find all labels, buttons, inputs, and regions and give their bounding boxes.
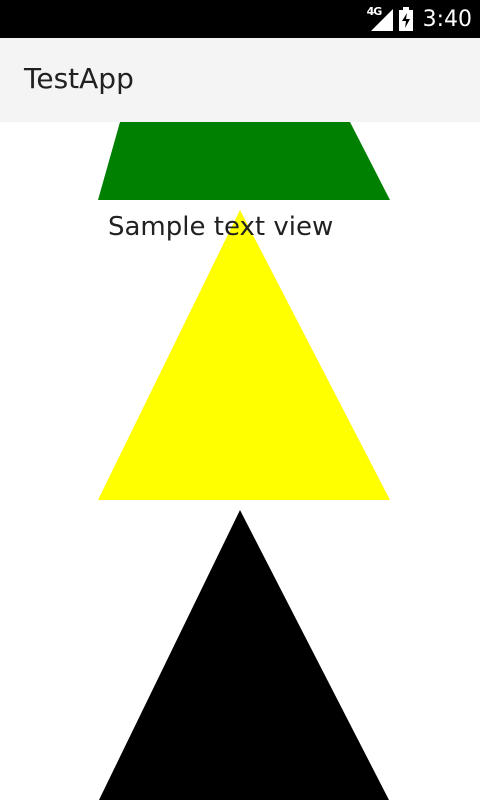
black-triangle [98, 510, 389, 800]
sample-text-view: Sample text view [108, 212, 334, 242]
cell-signal-icon: 4G [367, 5, 393, 31]
app-title: TestApp [24, 62, 134, 95]
status-clock: 3:40 [422, 6, 472, 32]
battery-charging-icon [398, 7, 413, 31]
status-bar: 4G 3:40 [0, 0, 480, 38]
app-screen: 4G 3:40 TestApp Sample text view [0, 0, 480, 800]
green-trapezoid [98, 122, 390, 200]
action-bar: TestApp [0, 38, 480, 122]
yellow-triangle [98, 210, 390, 500]
content-area: Sample text view [0, 122, 480, 800]
status-icons: 4G 3:40 [367, 0, 472, 38]
